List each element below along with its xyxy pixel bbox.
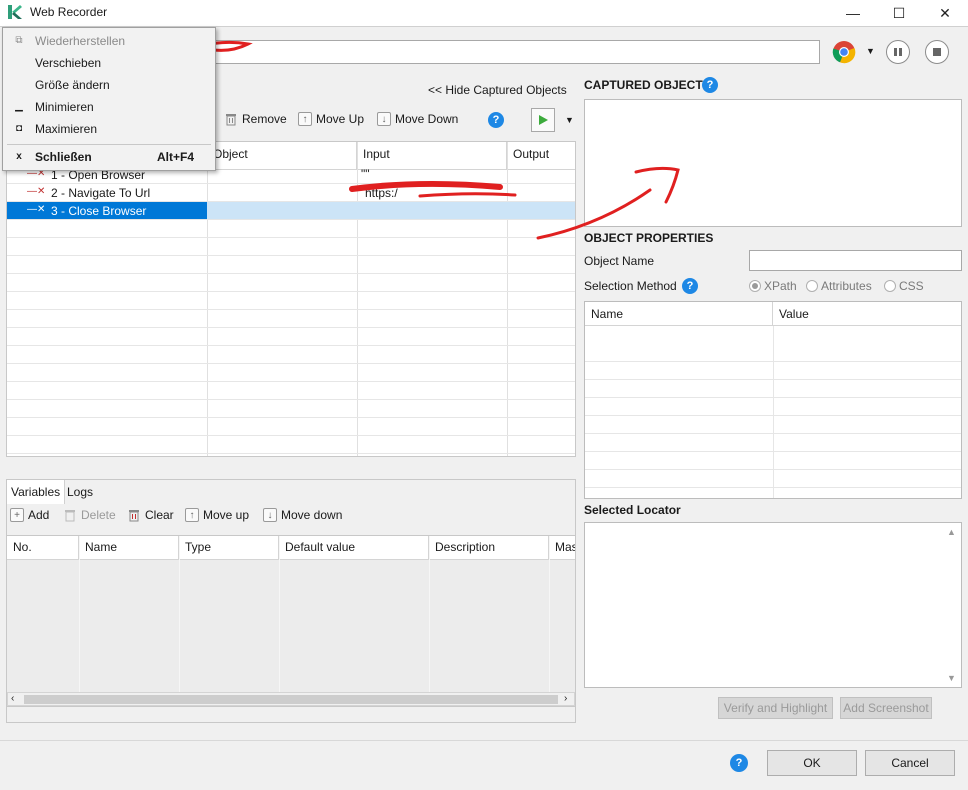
arrow-up-icon: ↑ bbox=[298, 112, 312, 126]
move-up-variable-button[interactable]: ↑ Move up bbox=[185, 508, 249, 522]
menu-item-move[interactable]: Verschieben bbox=[3, 52, 215, 74]
chrome-icon[interactable] bbox=[832, 40, 856, 64]
object-name-input[interactable] bbox=[749, 250, 962, 271]
object-properties-title: OBJECT PROPERTIES bbox=[584, 231, 714, 245]
pause-icon bbox=[894, 48, 902, 56]
add-screenshot-button[interactable]: Add Screenshot bbox=[840, 697, 932, 719]
step-icon: —✕ bbox=[27, 186, 46, 197]
selected-locator-editor[interactable]: ▲ ▼ bbox=[584, 522, 962, 688]
url-input[interactable] bbox=[214, 40, 820, 64]
play-icon bbox=[539, 115, 548, 125]
object-name-label: Object Name bbox=[584, 254, 655, 268]
clear-icon bbox=[129, 510, 139, 522]
menu-item-close[interactable]: x Schließen Alt+F4 bbox=[3, 146, 215, 168]
arrow-down-icon: ↓ bbox=[263, 508, 277, 522]
column-header-description[interactable]: Description bbox=[429, 536, 549, 560]
steps-table: Object Input Output —✕ 1 - Open Browser … bbox=[6, 141, 576, 457]
scroll-up-icon[interactable]: ▲ bbox=[947, 527, 956, 537]
scrollbar-thumb[interactable] bbox=[24, 695, 558, 704]
run-dropdown-icon[interactable]: ▼ bbox=[565, 115, 574, 125]
help-icon[interactable]: ? bbox=[682, 278, 698, 294]
arrow-up-icon: ↑ bbox=[185, 508, 199, 522]
close-icon: x bbox=[16, 151, 22, 162]
trash-icon bbox=[65, 510, 75, 522]
window-system-menu: ⧉ Wiederherstellen Verschieben Größe änd… bbox=[2, 27, 216, 171]
step-input: "" bbox=[361, 167, 370, 181]
properties-table: Name Value bbox=[584, 301, 962, 499]
move-down-variable-button[interactable]: ↓ Move down bbox=[263, 508, 342, 522]
step-label: 3 - Close Browser bbox=[51, 204, 147, 218]
move-up-button[interactable]: ↑ Move Up bbox=[298, 112, 364, 126]
maximize-icon: ◘ bbox=[15, 123, 23, 134]
run-button[interactable] bbox=[531, 108, 555, 132]
remove-button[interactable]: Remove bbox=[224, 112, 287, 126]
radio-attributes[interactable]: Attributes bbox=[806, 279, 872, 293]
column-header-masked[interactable]: Mas bbox=[549, 536, 575, 560]
captured-objects-title: CAPTURED OBJECTS bbox=[584, 78, 711, 92]
move-down-button[interactable]: ↓ Move Down bbox=[377, 112, 458, 126]
scroll-left-icon[interactable]: ‹ bbox=[11, 693, 14, 704]
selected-locator-title: Selected Locator bbox=[584, 503, 681, 517]
column-header-name[interactable]: Name bbox=[79, 536, 179, 560]
add-variable-button[interactable]: + Add bbox=[10, 508, 49, 522]
browser-dropdown-icon[interactable]: ▼ bbox=[866, 46, 875, 56]
stop-button[interactable] bbox=[925, 40, 949, 64]
step-icon: —✕ bbox=[27, 204, 46, 215]
scroll-right-icon[interactable]: › bbox=[564, 693, 567, 704]
table-row[interactable]: —✕ 2 - Navigate To Url https:/ bbox=[7, 184, 575, 202]
stop-icon bbox=[933, 48, 941, 56]
menu-item-resize[interactable]: Größe ändern bbox=[3, 74, 215, 96]
shortcut-label: Alt+F4 bbox=[157, 150, 195, 164]
column-header-name[interactable]: Name bbox=[585, 302, 773, 326]
ok-button[interactable]: OK bbox=[767, 750, 857, 776]
help-icon[interactable]: ? bbox=[702, 77, 718, 93]
clear-variables-button[interactable]: Clear bbox=[127, 508, 174, 522]
step-input: https:/ bbox=[365, 186, 398, 200]
arrow-down-icon: ↓ bbox=[377, 112, 391, 126]
variables-table-header: No. Name Type Default value Description … bbox=[7, 536, 575, 560]
maximize-icon: ☐ bbox=[892, 4, 906, 21]
menu-item-restore[interactable]: ⧉ Wiederherstellen bbox=[3, 30, 215, 52]
menu-item-maximize[interactable]: ◘ Maximieren bbox=[3, 118, 215, 140]
steps-horizontal-scrollbar[interactable]: ‹ › bbox=[7, 456, 575, 457]
help-icon[interactable]: ? bbox=[730, 754, 748, 772]
variables-table: No. Name Type Default value Description … bbox=[6, 535, 576, 707]
verify-highlight-button[interactable]: Verify and Highlight bbox=[718, 697, 833, 719]
column-header-type[interactable]: Type bbox=[179, 536, 279, 560]
column-header-no[interactable]: No. bbox=[7, 536, 79, 560]
step-label: 2 - Navigate To Url bbox=[51, 186, 151, 200]
variables-horizontal-scrollbar[interactable]: ‹ › bbox=[7, 692, 575, 706]
tab-variables[interactable]: Variables bbox=[7, 480, 66, 504]
cancel-button[interactable]: Cancel bbox=[865, 750, 955, 776]
help-icon[interactable]: ? bbox=[488, 112, 504, 128]
restore-icon: ⧉ bbox=[15, 35, 23, 46]
tab-logs[interactable]: Logs bbox=[63, 480, 97, 504]
column-header-value[interactable]: Value bbox=[773, 302, 961, 326]
trash-icon bbox=[226, 114, 236, 126]
plus-icon: + bbox=[10, 508, 24, 522]
radio-xpath[interactable]: XPath bbox=[749, 279, 797, 293]
pause-button[interactable] bbox=[886, 40, 910, 64]
radio-css[interactable]: CSS bbox=[884, 279, 924, 293]
scroll-down-icon[interactable]: ▼ bbox=[947, 673, 956, 683]
title-bar[interactable]: Web Recorder — ☐ ✕ bbox=[0, 0, 968, 26]
column-header-default-value[interactable]: Default value bbox=[279, 536, 429, 560]
delete-variable-button[interactable]: Delete bbox=[63, 508, 116, 522]
minimize-button[interactable]: — bbox=[830, 0, 876, 26]
minimize-icon: — bbox=[846, 5, 860, 21]
maximize-button[interactable]: ☐ bbox=[876, 0, 922, 26]
menu-separator bbox=[7, 144, 211, 145]
katalon-logo-icon bbox=[8, 5, 22, 19]
close-window-button[interactable]: ✕ bbox=[922, 0, 968, 26]
hide-captured-objects-link[interactable]: << Hide Captured Objects bbox=[428, 83, 567, 97]
window-title: Web Recorder bbox=[30, 5, 108, 19]
selection-method-label: Selection Method bbox=[584, 279, 677, 293]
close-icon: ✕ bbox=[939, 4, 951, 21]
minimize-icon: ▁ bbox=[15, 101, 23, 112]
captured-objects-tree[interactable] bbox=[584, 99, 962, 227]
table-row-selected[interactable]: —✕ 3 - Close Browser bbox=[7, 202, 575, 220]
menu-item-minimize[interactable]: ▁ Minimieren bbox=[3, 96, 215, 118]
